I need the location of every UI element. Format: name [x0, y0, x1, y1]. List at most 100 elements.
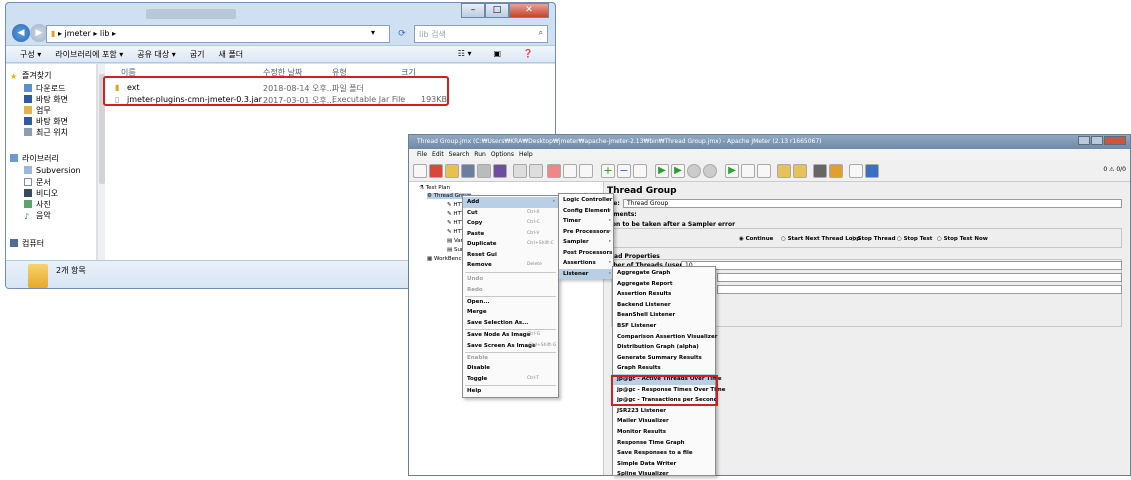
- menu-item-open[interactable]: Open...: [463, 297, 558, 308]
- submenu-timer[interactable]: Timer ▸: [559, 216, 613, 227]
- loop-count-field[interactable]: [717, 285, 1122, 294]
- listener-assertion-results[interactable]: Assertion Results: [613, 289, 715, 300]
- tree-test-plan[interactable]: ⚗ Test Plan: [419, 185, 450, 191]
- radio-start-next-loop[interactable]: ○ Start Next Thread Loop: [781, 236, 860, 242]
- submenu-listener[interactable]: Listener ▸: [559, 268, 613, 279]
- nav-item-videos[interactable]: 비디오: [24, 188, 58, 199]
- menu-item-copy[interactable]: Copy Ctrl-C: [463, 218, 558, 229]
- copy-icon[interactable]: [563, 164, 577, 178]
- clear-all-icon[interactable]: [793, 164, 807, 178]
- save-as-icon[interactable]: [477, 164, 491, 178]
- listener-mailer-visualizer[interactable]: Mailer Visualizer: [613, 416, 715, 427]
- menu-item-cut[interactable]: Cut Ctrl-X: [463, 208, 558, 219]
- listener-comparison-assertion[interactable]: Comparison Assertion Visualizer: [613, 332, 717, 343]
- menu-run[interactable]: Run: [474, 151, 486, 158]
- menu-options[interactable]: Options: [491, 151, 514, 158]
- preview-pane-icon[interactable]: ▣: [493, 49, 501, 58]
- listener-aggregate-report[interactable]: Aggregate Report: [613, 279, 715, 290]
- maximize-button[interactable]: [1091, 136, 1103, 145]
- submenu-config-element[interactable]: Config Element ▸: [559, 206, 613, 217]
- menu-item-duplicate[interactable]: Duplicate Ctrl+Shift-C: [463, 239, 558, 250]
- listener-response-time-graph[interactable]: Response Time Graph: [613, 438, 715, 449]
- cut-icon[interactable]: [493, 164, 507, 178]
- name-field[interactable]: Thread Group: [623, 199, 1122, 208]
- help-icon[interactable]: ❓: [523, 49, 533, 58]
- listener-simple-data-writer[interactable]: Simple Data Writer: [613, 459, 715, 470]
- search-input[interactable]: lib 검색 ⌕: [414, 25, 548, 43]
- submenu-post-processors[interactable]: Post Processors ▸: [559, 248, 613, 259]
- menu-item-save-selection[interactable]: Save Selection As...: [463, 318, 558, 329]
- radio-stop-test[interactable]: ○ Stop Test: [897, 236, 932, 242]
- menu-item-reset-gui[interactable]: Reset Gui: [463, 250, 558, 261]
- save-icon[interactable]: [461, 164, 475, 178]
- breadcrumb-jmeter[interactable]: jmeter: [65, 29, 91, 38]
- menu-help[interactable]: Help: [519, 151, 533, 158]
- listener-spline-visualizer[interactable]: Spline Visualizer: [613, 469, 715, 480]
- nav-item-music[interactable]: ♪ 음악: [24, 210, 51, 221]
- nav-item-desktop[interactable]: 바탕 화면: [24, 94, 68, 105]
- include-library-button[interactable]: 라이브러리에 포함 ▾: [55, 49, 123, 60]
- paste-icon[interactable]: [579, 164, 593, 178]
- stop-icon[interactable]: [687, 164, 701, 178]
- start-icon[interactable]: ▶: [655, 164, 669, 178]
- menu-item-remove[interactable]: Remove Delete: [463, 260, 558, 271]
- listener-graph-results[interactable]: Graph Results: [613, 363, 715, 374]
- clear-icon[interactable]: [777, 164, 791, 178]
- nav-item-subversion[interactable]: Subversion: [24, 166, 81, 175]
- breadcrumb-lib[interactable]: lib: [100, 29, 110, 38]
- nav-libraries[interactable]: 라이브러리: [10, 153, 59, 164]
- function-helper-icon[interactable]: [849, 164, 863, 178]
- remote-stop-icon[interactable]: [741, 164, 755, 178]
- listener-bsf[interactable]: BSF Listener: [613, 321, 715, 332]
- organize-button[interactable]: 구성 ▾: [20, 49, 41, 60]
- remote-start-icon[interactable]: ▶: [725, 164, 739, 178]
- listener-save-responses[interactable]: Save Responses to a file: [613, 448, 715, 459]
- listener-jsr223[interactable]: JSR223 Listener: [613, 406, 715, 417]
- menu-item-merge[interactable]: Merge: [463, 307, 558, 318]
- back-button[interactable]: ◀: [12, 24, 30, 42]
- toggle-icon[interactable]: [633, 164, 647, 178]
- radio-stop-test-now[interactable]: ○ Stop Test Now: [937, 236, 988, 242]
- open-icon[interactable]: [445, 164, 459, 178]
- listener-backend[interactable]: Backend Listener: [613, 300, 715, 311]
- nav-computer[interactable]: 컴퓨터: [10, 238, 44, 249]
- close-button[interactable]: [1104, 136, 1126, 145]
- nav-item-work[interactable]: 업무: [24, 105, 51, 116]
- listener-generate-summary[interactable]: Generate Summary Results: [613, 353, 715, 364]
- maximize-button[interactable]: □: [485, 3, 509, 18]
- submenu-logic-controller[interactable]: Logic Controller ▸: [559, 195, 613, 206]
- menu-item-save-screen-image[interactable]: Save Screen As Image Ctrl+Shift-G: [463, 341, 558, 352]
- menu-item-help[interactable]: Help: [463, 386, 558, 397]
- tree-workbench[interactable]: ▦ WorkBench: [427, 256, 465, 262]
- remote-exit-icon[interactable]: [757, 164, 771, 178]
- listener-monitor-results[interactable]: Monitor Results: [613, 427, 715, 438]
- listener-aggregate-graph[interactable]: Aggregate Graph: [613, 268, 715, 279]
- menu-item-toggle[interactable]: Toggle Ctrl-T: [463, 374, 558, 385]
- address-bar[interactable]: ▮ ▸ jmeter ▸ lib ▸ ▾: [46, 25, 390, 43]
- menu-search[interactable]: Search: [449, 151, 470, 158]
- submenu-sampler[interactable]: Sampler ▸: [559, 237, 613, 248]
- templates-icon[interactable]: [429, 164, 443, 178]
- listener-distribution-graph[interactable]: Distribution Graph (alpha): [613, 342, 715, 353]
- menu-item-disable[interactable]: Disable: [463, 363, 558, 374]
- nav-item-documents[interactable]: 문서: [24, 177, 51, 188]
- nav-item-downloads[interactable]: 다운로드: [24, 83, 65, 94]
- collapse-icon[interactable]: −: [617, 164, 631, 178]
- new-folder-button[interactable]: 새 폴더: [219, 49, 244, 60]
- start-no-pauses-icon[interactable]: ▶: [671, 164, 685, 178]
- minimize-button[interactable]: –: [461, 3, 485, 18]
- minimize-button[interactable]: [1078, 136, 1090, 145]
- submenu-pre-processors[interactable]: Pre Processors ▸: [559, 227, 613, 238]
- menu-item-paste[interactable]: Paste Ctrl-V: [463, 229, 558, 240]
- radio-stop-thread[interactable]: ○ Stop Thread: [851, 236, 896, 242]
- menu-item-save-node-image[interactable]: Save Node As Image Ctrl-G: [463, 330, 558, 341]
- binoculars-icon[interactable]: [813, 164, 827, 178]
- listener-beanshell[interactable]: BeanShell Listener: [613, 310, 715, 321]
- view-options-icon[interactable]: ☷ ▾: [458, 49, 472, 58]
- help-icon[interactable]: [865, 164, 879, 178]
- menu-item-add[interactable]: Add ▸: [463, 197, 558, 208]
- close-button[interactable]: ✕: [509, 3, 549, 18]
- scissors-icon[interactable]: [547, 164, 561, 178]
- nav-favorites[interactable]: ★ 즐겨찾기: [10, 70, 51, 81]
- new-icon[interactable]: [413, 164, 427, 178]
